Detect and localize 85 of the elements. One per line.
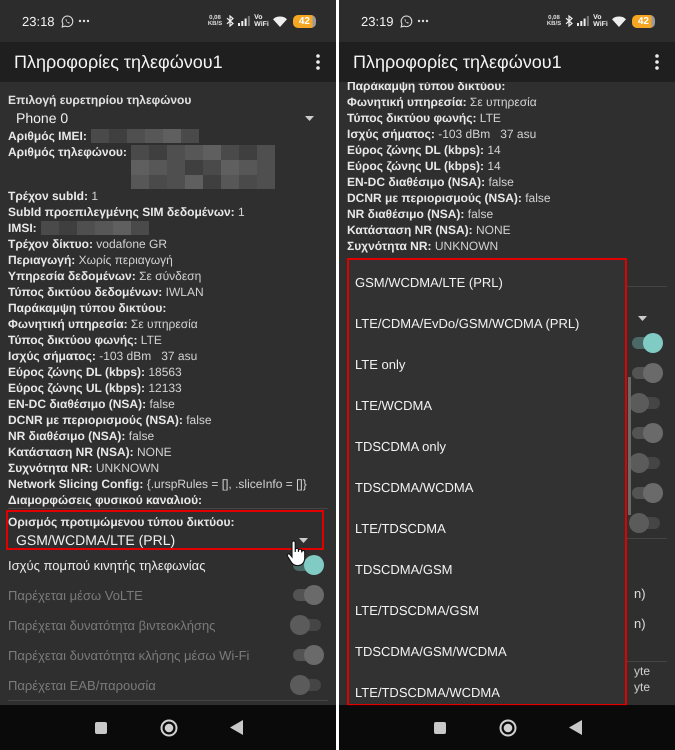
info-label: Αριθμός IMEI: [8, 128, 87, 144]
info-line: Τρέχον δίκτυο: vodafone GR [8, 236, 168, 252]
info-line: Υπηρεσία δεδομένων: Σε σύνδεση [8, 268, 202, 284]
bluetooth-icon [565, 15, 574, 27]
screen-title: Πληροφορίες τηλεφώνου1 [14, 52, 223, 72]
info-line: DCNR με περιορισμούς (NSA): false [8, 412, 213, 428]
setting-label: Παρέχεται δυνατότητα κλήσης μέσω Wi-Fi [8, 648, 250, 662]
dropdown-option[interactable]: LTE/TDSCDMA [349, 508, 625, 549]
caret-icon[interactable] [638, 316, 647, 320]
info-line: Εύρος ζώνης UL (kbps): 14 [347, 158, 502, 174]
info-line: Ισχύς σήματος: -103 dBm 37 asu [347, 126, 538, 142]
info-line: NR διαθέσιμο (NSA): false [8, 428, 156, 444]
call-bubble-icon [60, 14, 74, 28]
setting-label: Παρέχεται EAB/παρουσία [8, 678, 156, 692]
text-fragment: n) [634, 586, 646, 601]
info-line: NR διαθέσιμο (NSA): false [347, 206, 494, 222]
info-label: IMSI: [8, 220, 37, 236]
info-line: Εύρος ζώνης UL (kbps): 12133 [8, 380, 183, 396]
info-line: SubId προεπιλεγμένης SIM δεδομένων: 1 [8, 204, 246, 220]
dropdown-option[interactable]: TDSCDMA/GSM/WCDMA [349, 631, 625, 672]
info-line: Τύπος δικτύου φωνής: LTE [8, 332, 163, 348]
menu-icon[interactable] [655, 54, 659, 70]
info-line: EN-DC διαθέσιμο (NSA): false [347, 174, 515, 190]
info-line: Εύρος ζώνης DL (kbps): 14 [347, 142, 502, 158]
home-icon[interactable] [160, 718, 178, 736]
info-line: DCNR με περιορισμούς (NSA): false [347, 190, 552, 206]
text-fragment: yte [634, 680, 650, 694]
home-icon[interactable] [498, 718, 516, 736]
info-line: Κατάσταση NR (NSA): NONE [347, 222, 512, 238]
clock-time: 23:18 [22, 14, 55, 28]
info-line: Διαμορφώσεις φυσικού καναλιού: [8, 492, 204, 508]
dropdown-option[interactable]: LTE/TDSCDMA/WCDMA [349, 672, 625, 704]
signal-icon [577, 16, 590, 26]
text-fragment: yte [634, 664, 650, 678]
dropdown-option[interactable]: LTE only [349, 344, 625, 385]
dropdown-option[interactable]: TDSCDMA only [349, 426, 625, 467]
info-line: Συχνότητα NR: UNKNOWN [8, 460, 160, 476]
call-bubble-icon [400, 14, 413, 28]
screen-title: Πληροφορίες τηλεφώνου1 [353, 52, 562, 72]
scrollbar[interactable] [628, 377, 631, 515]
setting-label: Ισχύς πομπού κινητής τηλεφωνίας [8, 558, 206, 572]
caret-icon [305, 116, 314, 120]
bluetooth-icon [226, 15, 234, 27]
dropdown-option[interactable]: TDSCDMA/WCDMA [349, 467, 625, 508]
field-label: Επιλογή ευρετηρίου τηλεφώνου [8, 92, 192, 108]
setting-label: Ορισμός προτιμώμενου τύπου δικτύου: [8, 514, 236, 530]
setting-label: Παρέχεται δυνατότητα βιντεοκλήσης [8, 618, 216, 632]
dropdown-option[interactable]: TDSCDMA/GSM [349, 549, 625, 590]
info-label: Αριθμός τηλεφώνου: [8, 144, 127, 160]
info-line: Συχνότητα NR: UNKNOWN [347, 238, 500, 254]
dropdown-field[interactable]: GSM/WCDMA/LTE (PRL) [8, 530, 322, 550]
more-icon [78, 19, 90, 23]
dropdown-option[interactable]: LTE/WCDMA [349, 385, 625, 426]
wifi-icon [612, 16, 626, 26]
menu-icon[interactable] [316, 54, 320, 70]
recents-icon[interactable] [94, 720, 108, 734]
recents-icon[interactable] [432, 720, 446, 734]
dropdown-field[interactable]: Phone 0 [8, 108, 328, 128]
info-line: Ισχύς σήματος: -103 dBm 37 asu [8, 348, 198, 364]
dropdown-option[interactable]: LTE/TDSCDMA/GSM [349, 590, 625, 631]
back-icon[interactable] [568, 720, 582, 735]
info-line: Τύπος δικτύου φωνής: LTE [347, 110, 502, 126]
info-line: Τρέχον subId: 1 [8, 188, 100, 204]
caret-icon [299, 538, 308, 542]
info-line: Περιαγωγή: Χωρίς περιαγωγή [8, 252, 174, 268]
setting-label: Παρέχεται μέσω VoLTE [8, 588, 143, 602]
back-icon[interactable] [230, 720, 242, 735]
info-line: Τύπος δικτύου δεδομένων: IWLAN [8, 284, 205, 300]
info-line: Παράκαμψη τύπου δικτύου: [347, 78, 506, 94]
info-line: EN-DC διαθέσιμο (NSA): false [8, 396, 176, 412]
text-fragment: n) [634, 616, 646, 631]
battery-badge: 42 [292, 14, 316, 28]
wifi-icon [272, 16, 287, 26]
info-line: Εύρος ζώνης DL (kbps): 18563 [8, 364, 183, 380]
info-line: Κατάσταση NR (NSA): NONE [8, 444, 173, 460]
battery-badge: 42 [632, 14, 655, 28]
more-icon [416, 19, 429, 23]
info-line: Παράκαμψη τύπου δικτύου: [8, 300, 168, 316]
info-line: Φωνητική υπηρεσία: Σε υπηρεσία [347, 94, 538, 110]
signal-icon [238, 16, 250, 26]
info-line: Network Slicing Config: {.urspRules = [], .sliceInfo = []} [8, 476, 308, 492]
dropdown-option[interactable]: LTE/CDMA/EvDo/GSM/WCDMA (PRL) [349, 303, 625, 344]
clock-time: 23:19 [361, 14, 394, 28]
info-line: Φωνητική υπηρεσία: Σε υπηρεσία [8, 316, 199, 332]
dropdown-option[interactable]: GSM/WCDMA/LTE (PRL) [349, 262, 625, 303]
